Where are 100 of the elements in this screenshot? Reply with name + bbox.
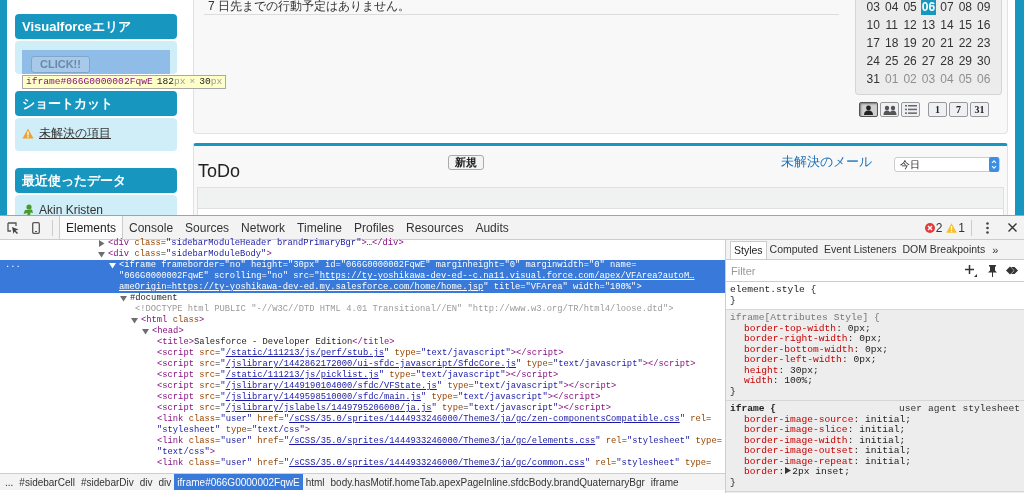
breadcrumb-item[interactable]: #sidebarCell (16, 474, 78, 490)
calendar-day[interactable]: 26 (902, 53, 918, 69)
calendar-view-button[interactable]: 7 (949, 102, 968, 117)
calendar-day[interactable]: 21 (939, 35, 955, 51)
styles-tab[interactable]: Event Listeners (821, 241, 900, 259)
calendar-day[interactable]: 20 (920, 35, 937, 51)
calendar-view-button[interactable] (859, 102, 878, 117)
new-button[interactable]: 新規 (448, 155, 484, 170)
expand-arrow-icon[interactable] (131, 317, 138, 324)
pin-icon[interactable] (988, 264, 997, 277)
calendar-day[interactable]: 03 (865, 0, 881, 15)
calendar-day[interactable]: 07 (939, 0, 955, 15)
css-declaration[interactable]: height: 30px; (730, 365, 1020, 376)
dom-node[interactable]: #document (130, 293, 721, 304)
filter-field[interactable]: Filter (726, 260, 961, 281)
dom-node[interactable]: <script src="/jslibrary/1449598510000/sfdc/main.js" type="text/javascript"></script> (157, 392, 721, 403)
breadcrumb-item[interactable]: html (302, 474, 328, 490)
url-link[interactable]: /static/111213/js/picklist.js (225, 370, 379, 380)
date-filter-select[interactable]: 今日 (894, 157, 1000, 172)
url-link[interactable]: ameOrigin=https://ty-yoshikawa-dev-ed.my.salesforce.com/home/home.jsp (119, 282, 484, 292)
devtools-tab[interactable]: Resources (400, 216, 470, 239)
dom-node[interactable]: <script src="/static/111213/js/picklist.js" type="text/javascript"></script> (157, 370, 721, 381)
calendar-day[interactable]: 23 (976, 35, 992, 51)
devtools-tab[interactable]: Sources (179, 216, 236, 239)
breadcrumb-item[interactable]: div (155, 474, 175, 490)
calendar-day[interactable]: 18 (883, 35, 900, 51)
devtools-tab[interactable]: Audits (469, 216, 515, 239)
css-declaration[interactable]: border: 2px inset; (730, 467, 1020, 478)
url-link[interactable]: /sCSS/35.0/sprites/1444933246000/Theme3/ja/gc/common.css (289, 458, 585, 468)
devtools-tab[interactable]: Network (235, 216, 292, 239)
calendar-day[interactable]: 27 (920, 53, 937, 69)
css-declaration[interactable]: width: 100%; (730, 376, 1020, 387)
calendar-day[interactable]: 08 (957, 0, 974, 15)
css-declaration[interactable]: border-image-repeat: initial; (730, 456, 1020, 467)
css-declaration[interactable]: border-image-source: initial; (730, 414, 1020, 425)
warning-count[interactable]: 1 (958, 218, 965, 237)
url-link[interactable]: /sCSS/35.0/sprites/1444933246000/Theme3/ja/gc/elements.css (289, 436, 596, 446)
url-link[interactable]: /jslibrary/1449190104000/sfdc/VFState.js (225, 381, 437, 391)
calendar-day[interactable]: 25 (883, 53, 900, 69)
styles-tab[interactable]: Styles (730, 241, 767, 259)
sidebar-link[interactable]: Akin Kristen (39, 203, 104, 215)
calendar-day[interactable]: 31 (865, 71, 881, 87)
element-state-icon[interactable] (1006, 266, 1018, 275)
devtools-tab[interactable]: Elements (59, 216, 124, 239)
url-link[interactable]: /jslibrary/jslabels/1449795206000/ja.js (225, 403, 432, 413)
calendar-day[interactable]: 12 (902, 17, 918, 33)
calendar-day[interactable]: 14 (939, 17, 955, 33)
sidebar-link[interactable]: 未解決の項目 (39, 126, 111, 140)
close-icon[interactable] (1008, 223, 1017, 232)
more-tabs-button[interactable]: » (988, 241, 1003, 259)
breadcrumb-item[interactable]: #sidebarDiv (77, 474, 137, 490)
calendar-day[interactable]: 29 (957, 53, 974, 69)
styles-tab[interactable]: Computed (766, 241, 822, 259)
url-link[interactable]: /static/111213/js/perf/stub.js (225, 348, 384, 358)
dom-node[interactable]: <html class> (141, 315, 721, 326)
calendar-day[interactable]: 05 (902, 0, 918, 15)
calendar-view-button[interactable]: 31 (970, 102, 989, 117)
breadcrumb-item[interactable]: iframe (647, 474, 682, 490)
css-declaration[interactable]: border-image-slice: initial; (730, 425, 1020, 436)
calendar-day[interactable]: 22 (957, 35, 974, 51)
dom-node[interactable]: <div class="sidebarModuleHeader brandPrimaryBgr">…</div> (108, 238, 721, 249)
styles-filter-bar[interactable]: Filter (726, 260, 1024, 282)
calendar-view-button[interactable] (880, 102, 899, 117)
calendar-day[interactable]: 24 (865, 53, 881, 69)
devtools-tab[interactable]: Console (123, 216, 180, 239)
expand-arrow-icon[interactable] (98, 240, 105, 247)
url-link[interactable]: /jslibrary/1449598510000/sfdc/main.js (225, 392, 421, 402)
css-declaration[interactable]: border-left-width: 0px; (730, 355, 1020, 366)
inspect-icon[interactable] (7, 221, 19, 234)
dom-node[interactable]: <title>Salesforce - Developer Edition</title> (157, 337, 721, 348)
calendar-day[interactable]: 04 (883, 0, 900, 15)
calendar-day[interactable]: 28 (939, 53, 955, 69)
more-options-icon[interactable] (986, 221, 989, 234)
dom-node[interactable]: <script src="/jslibrary/jslabels/1449795206000/ja.js" type="text/javascript"></script> (157, 403, 721, 414)
dom-node[interactable]: <link class="user" href="/sCSS/35.0/sprites/1444933246000/Theme3/ja/gc/zen-componentsCompatible.css" rel= "stylesheet" type="text/css"> (157, 414, 721, 436)
calendar-day[interactable]: 15 (957, 17, 974, 33)
dom-node[interactable]: <iframe frameborder="no" height="30px" id="066G0000002FqwE" marginheight="0" marginwidth="0" name= "066G0000002FqwE" scrolling="no" src="https://ty-yoshikawa-dev-ed--c.na11.visual.force.com/apex/VFArea?autoM… ameOrigin=https://ty-yoshikawa-dev-ed.my.salesforce.com/home/home.jsp" title="VFArea" width="100%"> (119, 260, 721, 293)
url-link[interactable]: https://ty-yoshikawa-dev-ed--c.na11.visual.force.com/apex/VFArea?autoM… (319, 271, 695, 281)
breadcrumb-item[interactable]: body.hasMotif.homeTab.apexPageInline.sfdcBody.brandQuaternaryBgr (327, 474, 648, 490)
dom-node[interactable]: <script src="/jslibrary/1442862172000/ui-sfdc-javascript/SfdcCore.js" type="text/javascript"></script> (157, 359, 721, 370)
expand-arrow-icon[interactable] (785, 467, 792, 474)
unresolved-mail-link[interactable]: 未解決のメール (781, 154, 872, 170)
css-declaration[interactable]: border-image-outset: initial; (730, 446, 1020, 457)
calendar-view-button[interactable]: 1 (928, 102, 947, 117)
devtools-tab[interactable]: Timeline (291, 216, 348, 239)
breadcrumb-item[interactable]: iframe#066G0000002FqwE (174, 474, 303, 490)
dom-node[interactable]: <div class="sidebarModuleBody"> (108, 249, 721, 260)
calendar-view-button[interactable] (901, 102, 920, 117)
calendar-day[interactable]: 10 (865, 17, 881, 33)
dom-node[interactable]: <script src="/jslibrary/1449190104000/sfdc/VFState.js" type="text/javascript"></script> (157, 381, 721, 392)
calendar-day[interactable]: 13 (920, 17, 937, 33)
css-declaration[interactable]: border-bottom-width: 0px; (730, 344, 1020, 355)
calendar-day[interactable]: 11 (884, 17, 899, 33)
add-rule-icon[interactable] (965, 264, 977, 277)
dom-node[interactable]: <head> (152, 326, 721, 337)
calendar-day[interactable]: 30 (976, 53, 992, 69)
calendar-day[interactable]: 19 (902, 35, 918, 51)
calendar-day[interactable]: 17 (865, 35, 881, 51)
breadcrumb-item[interactable]: div (136, 474, 156, 490)
expand-arrow-icon[interactable] (142, 328, 149, 335)
